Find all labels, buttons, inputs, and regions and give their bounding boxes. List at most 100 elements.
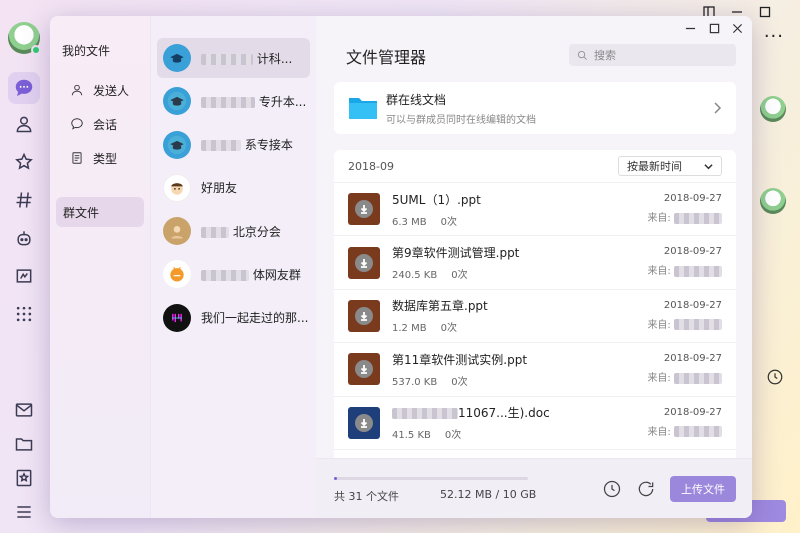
ppt-file-icon [348,193,380,226]
file-date: 2018-09-27 [663,246,722,258]
group-name: 北京分会 [232,224,281,239]
history-clock-icon[interactable] [602,479,622,499]
apps-grid-icon[interactable] [8,298,40,330]
main-menu-icon[interactable] [8,496,40,528]
file-size: 537.0 KB [392,376,438,388]
search-icon [577,50,587,60]
nav-item-sender[interactable]: 发送人 [56,75,144,105]
download-icon[interactable] [355,253,373,272]
bookmark-star-icon[interactable] [8,462,40,494]
nav-item-conversation[interactable]: 会话 [56,109,144,139]
list-item[interactable]: 北京分会 [157,211,310,251]
maximize-icon[interactable] [754,3,776,21]
file-size: 6.3 MB [392,216,427,228]
sort-dropdown[interactable]: 按最新时间 [618,156,722,176]
group-online-docs-card[interactable]: 群在线文档 可以与群成员同时在线编辑的文档 [334,82,736,134]
table-row[interactable]: 第11章软件测试实例.ppt 537.0 KB 0次 2018-09-27 来自: [334,343,736,397]
group-name: 系专接本 [244,138,293,153]
main-sidebar [0,0,48,533]
download-icon[interactable] [355,360,373,379]
file-list: 2018-09 按最新时间 5UML（1）.ppt 6.3 MB 0次 2018-… [334,150,736,460]
list-item[interactable]: 计科... [157,38,310,78]
chat-avatar [760,188,786,214]
download-count: 0次 [440,216,457,228]
online-status-dot [31,45,41,55]
list-item[interactable]: 我们一起走过的那... [157,298,310,338]
messages-icon[interactable] [8,72,40,104]
group-avatar [163,173,191,202]
more-options-icon[interactable]: ··· [764,26,784,47]
nav-item-type[interactable]: 类型 [56,143,144,173]
sort-label: 按最新时间 [627,160,682,173]
chevron-right-icon [712,102,722,114]
file-manager-footer: 共 31 个文件 52.12 MB / 10 GB 上传文件 [316,458,752,518]
list-item[interactable]: 体网友群 [157,254,310,294]
nav-item-label: 类型 [93,151,118,166]
file-date: 2018-09-27 [663,353,722,365]
table-row[interactable]: 第9章软件测试管理.ppt 240.5 KB 0次 2018-09-27 来自: [334,236,736,290]
group-avatar [163,130,191,159]
chat-bubble-icon [71,118,83,130]
group-avatar [163,44,191,72]
table-row[interactable]: 11067...生).doc 41.5 KB 0次 2018-09-27 来自: [334,397,736,450]
upload-file-button[interactable]: 上传文件 [670,476,736,502]
document-type-icon [72,152,82,164]
file-name: 11067...生).doc [458,406,550,421]
background-chat-panel: ··· [750,0,800,533]
download-icon[interactable] [355,413,373,432]
download-icon[interactable] [355,306,373,325]
channels-hash-icon[interactable] [8,184,40,216]
file-source-label: 来自: [647,426,671,438]
nav-item-label: 群文件 [63,205,100,220]
list-item[interactable]: 专升本... [157,81,310,121]
game-map-icon[interactable] [8,260,40,292]
download-count: 0次 [440,323,457,335]
file-name: 第11章软件测试实例.ppt [392,352,528,367]
user-avatar[interactable] [8,22,41,55]
download-icon[interactable] [355,200,373,219]
history-clock-icon[interactable] [766,368,784,386]
file-category-nav: 我的文件 发送人 会话 类型 群文件 [50,16,150,518]
download-count: 0次 [444,430,462,442]
file-source-label: 来自: [647,266,671,278]
page-title: 文件管理器 [346,48,427,67]
file-date: 2018-09-27 [663,406,722,418]
ppt-file-icon [348,299,380,332]
table-row[interactable]: 5UML（1）.ppt 6.3 MB 0次 2018-09-27 来自: [334,183,736,237]
favorites-icon[interactable] [8,146,40,178]
file-date: 2018-09-27 [663,193,722,204]
contacts-icon[interactable] [8,108,40,140]
file-name: 5UML（1）.ppt [392,192,481,207]
chat-avatar [760,96,786,122]
list-item[interactable]: 系专接本 [157,125,310,165]
download-count: 0次 [451,270,468,282]
search-input[interactable] [594,48,724,62]
nav-item-group-files[interactable]: 群文件 [56,197,144,227]
file-source-label: 来自: [647,373,671,385]
search-box[interactable] [569,44,736,66]
group-avatar [163,217,191,246]
file-content-panel: 文件管理器 群在线文档 可以与群成员同时在线编辑的文档 2018-09 [316,16,752,518]
folder-icon [349,98,377,119]
storage-progress-fill [334,477,337,480]
group-name: 计科... [256,51,293,66]
table-row[interactable]: 数据库第五章.ppt 1.2 MB 0次 2018-09-27 来自: [334,290,736,344]
file-size: 41.5 KB [392,430,431,442]
robot-icon[interactable] [8,222,40,254]
refresh-icon[interactable] [636,479,656,499]
group-name: 我们一起走过的那... [201,311,309,326]
chevron-down-icon [704,163,713,169]
file-manager-dialog: 我的文件 发送人 会话 类型 群文件 计科... 专升本... 系专接本 好朋友… [50,16,752,518]
mail-icon[interactable] [8,394,40,426]
my-files-title: 我的文件 [62,44,111,58]
group-name: 专升本... [258,94,307,109]
folder-icon[interactable] [8,428,40,460]
online-docs-title: 群在线文档 [386,92,447,107]
file-size: 1.2 MB [392,323,427,335]
storage-usage: 52.12 MB / 10 GB [440,488,537,501]
date-group-header: 2018-09 [348,159,394,173]
file-count: 共 31 个文件 [334,490,399,503]
file-name: 第9章软件测试管理.ppt [392,246,520,261]
list-item[interactable]: 好朋友 [157,168,310,208]
file-source-label: 来自: [647,213,671,224]
